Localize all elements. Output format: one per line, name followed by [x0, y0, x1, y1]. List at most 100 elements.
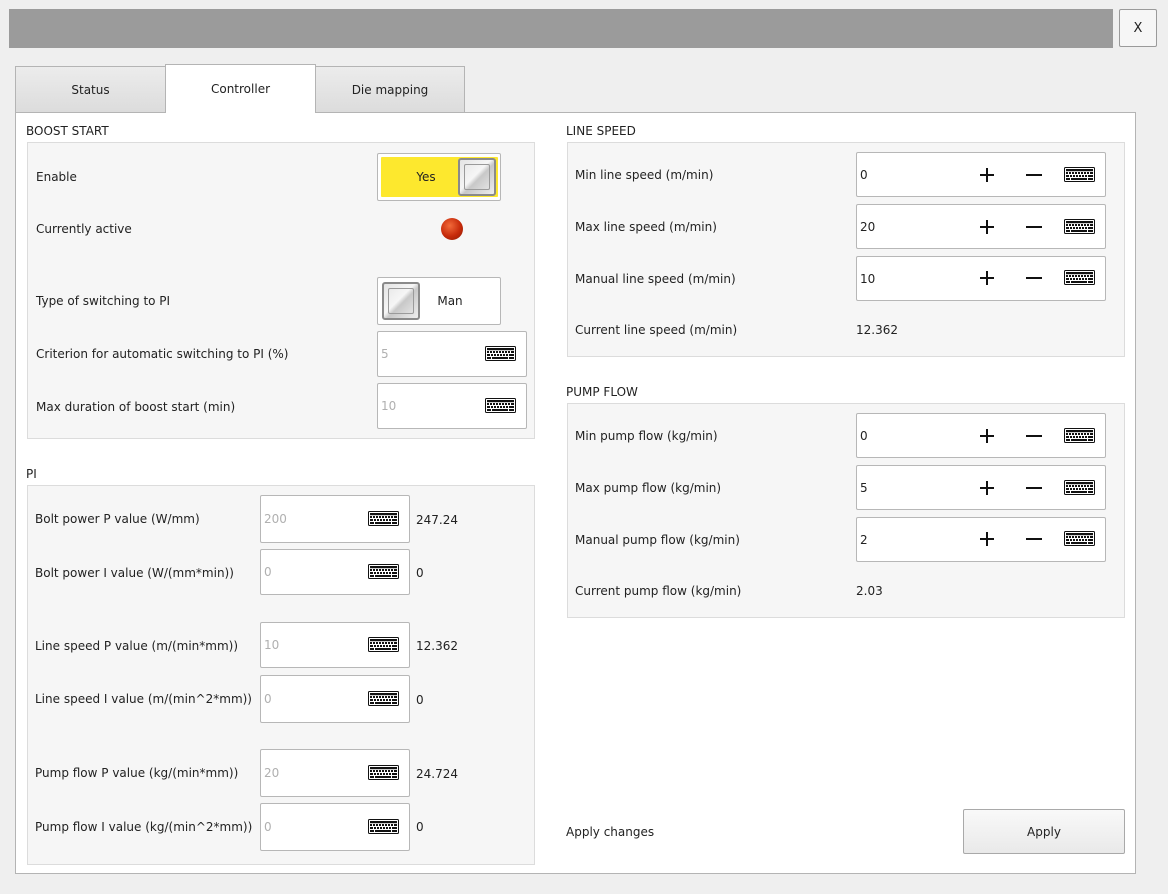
pi-row-label: Pump flow P value (kg/(min*mm))	[35, 766, 239, 780]
pi-row-input[interactable]: 200	[260, 495, 410, 543]
plus-icon[interactable]	[979, 428, 995, 444]
keyboard-icon[interactable]	[368, 819, 399, 834]
pi-row-label: Bolt power P value (W/mm)	[35, 512, 200, 526]
manual-pump-flow-label: Manual pump flow (kg/min)	[575, 533, 740, 547]
boost-start-title: BOOST START	[26, 124, 109, 138]
minus-icon[interactable]	[1026, 219, 1042, 235]
tab-status-label: Status	[71, 82, 110, 97]
pi-row-input[interactable]: 0	[260, 803, 410, 851]
plus-icon[interactable]	[979, 531, 995, 547]
switching-type-toggle[interactable]: Man	[377, 277, 501, 325]
minus-icon[interactable]	[1026, 167, 1042, 183]
keyboard-icon[interactable]	[1064, 219, 1095, 234]
pi-row-label: Pump flow I value (kg/(min^2*mm))	[35, 820, 253, 834]
max-line-speed-label: Max line speed (m/min)	[575, 220, 717, 234]
close-button[interactable]: X	[1119, 9, 1157, 47]
max-pump-flow-value: 5	[860, 480, 868, 495]
max-line-speed-input[interactable]: 20	[856, 204, 1106, 249]
manual-pump-flow-value: 2	[860, 532, 868, 547]
criterion-value: 5	[381, 347, 389, 361]
keyboard-icon[interactable]	[368, 511, 399, 526]
keyboard-icon[interactable]	[485, 346, 516, 361]
tab-controller[interactable]: Controller	[165, 64, 316, 113]
switching-type-label: Type of switching to PI	[36, 294, 171, 308]
pi-row-input-value: 0	[264, 565, 272, 579]
plus-icon[interactable]	[979, 480, 995, 496]
close-icon: X	[1133, 20, 1143, 36]
pi-row-input-value: 0	[264, 692, 272, 706]
plus-icon[interactable]	[979, 167, 995, 183]
current-line-speed-value: 12.362	[856, 323, 898, 337]
pi-row-input-value: 200	[264, 512, 287, 526]
pi-row-label: Line speed I value (m/(min^2*mm))	[35, 692, 252, 706]
keyboard-icon[interactable]	[1064, 428, 1095, 443]
min-pump-flow-value: 0	[860, 428, 868, 443]
keyboard-icon[interactable]	[368, 691, 399, 706]
keyboard-icon[interactable]	[368, 765, 399, 780]
pi-row-input[interactable]: 0	[260, 549, 410, 595]
keyboard-icon[interactable]	[1064, 270, 1095, 285]
keyboard-icon[interactable]	[1064, 480, 1095, 495]
pi-row-label: Bolt power I value (W/(mm*min))	[35, 566, 234, 580]
apply-changes-label: Apply changes	[566, 825, 655, 839]
apply-button-label: Apply	[1027, 824, 1061, 839]
minus-icon[interactable]	[1026, 270, 1042, 286]
enable-toggle[interactable]: Yes	[377, 153, 501, 201]
min-line-speed-input[interactable]: 0	[856, 152, 1106, 197]
pi-row-input-value: 10	[264, 638, 280, 652]
minus-icon[interactable]	[1026, 531, 1042, 547]
min-line-speed-label: Min line speed (m/min)	[575, 168, 714, 182]
tab-status[interactable]: Status	[15, 66, 166, 112]
manual-line-speed-value: 10	[860, 271, 876, 286]
keyboard-icon[interactable]	[485, 398, 516, 413]
keyboard-icon[interactable]	[1064, 531, 1095, 546]
tab-die-mapping[interactable]: Die mapping	[315, 66, 465, 112]
pi-row-input-value: 0	[264, 820, 272, 834]
criterion-input[interactable]: 5	[377, 331, 527, 377]
pi-row-current: 24.724	[416, 767, 458, 781]
enable-toggle-knob[interactable]	[458, 158, 496, 196]
pi-row-input[interactable]: 10	[260, 622, 410, 668]
current-line-speed-label: Current line speed (m/min)	[575, 323, 738, 337]
current-pump-flow-value: 2.03	[856, 584, 883, 598]
line-speed-title: LINE SPEED	[566, 124, 636, 138]
pi-row-input[interactable]: 20	[260, 749, 410, 797]
max-duration-input[interactable]: 10	[377, 383, 527, 429]
switching-type-knob[interactable]	[382, 282, 420, 320]
min-line-speed-value: 0	[860, 167, 868, 182]
max-duration-value: 10	[381, 399, 397, 413]
minus-icon[interactable]	[1026, 428, 1042, 444]
keyboard-icon[interactable]	[1064, 167, 1095, 182]
plus-icon[interactable]	[979, 270, 995, 286]
keyboard-icon[interactable]	[368, 564, 399, 579]
pi-row-current: 0	[416, 566, 424, 580]
pi-row-input-value: 20	[264, 766, 280, 780]
manual-line-speed-label: Manual line speed (m/min)	[575, 272, 736, 286]
manual-line-speed-input[interactable]: 10	[856, 256, 1106, 301]
switching-type-value: Man	[437, 294, 463, 308]
min-pump-flow-label: Min pump flow (kg/min)	[575, 429, 718, 443]
pi-row-current: 12.362	[416, 639, 458, 653]
currently-active-label: Currently active	[36, 222, 132, 236]
tab-die-mapping-label: Die mapping	[351, 82, 429, 97]
pi-row-current: 0	[416, 820, 424, 834]
active-indicator-led	[441, 218, 463, 240]
manual-pump-flow-input[interactable]: 2	[856, 517, 1106, 562]
current-pump-flow-label: Current pump flow (kg/min)	[575, 584, 742, 598]
keyboard-icon[interactable]	[368, 637, 399, 652]
pi-title: PI	[26, 467, 37, 481]
enable-label: Enable	[36, 170, 77, 184]
pi-row-label: Line speed P value (m/(min*mm))	[35, 639, 238, 653]
max-duration-label: Max duration of boost start (min)	[36, 400, 236, 414]
criterion-label: Criterion for automatic switching to PI …	[36, 347, 289, 361]
tab-controller-label: Controller	[210, 82, 271, 96]
minus-icon[interactable]	[1026, 480, 1042, 496]
pi-row-current: 247.24	[416, 513, 458, 527]
plus-icon[interactable]	[979, 219, 995, 235]
max-line-speed-value: 20	[860, 219, 876, 234]
min-pump-flow-input[interactable]: 0	[856, 413, 1106, 458]
pi-row-input[interactable]: 0	[260, 675, 410, 723]
apply-button[interactable]: Apply	[963, 809, 1125, 854]
max-pump-flow-label: Max pump flow (kg/min)	[575, 481, 722, 495]
max-pump-flow-input[interactable]: 5	[856, 465, 1106, 510]
